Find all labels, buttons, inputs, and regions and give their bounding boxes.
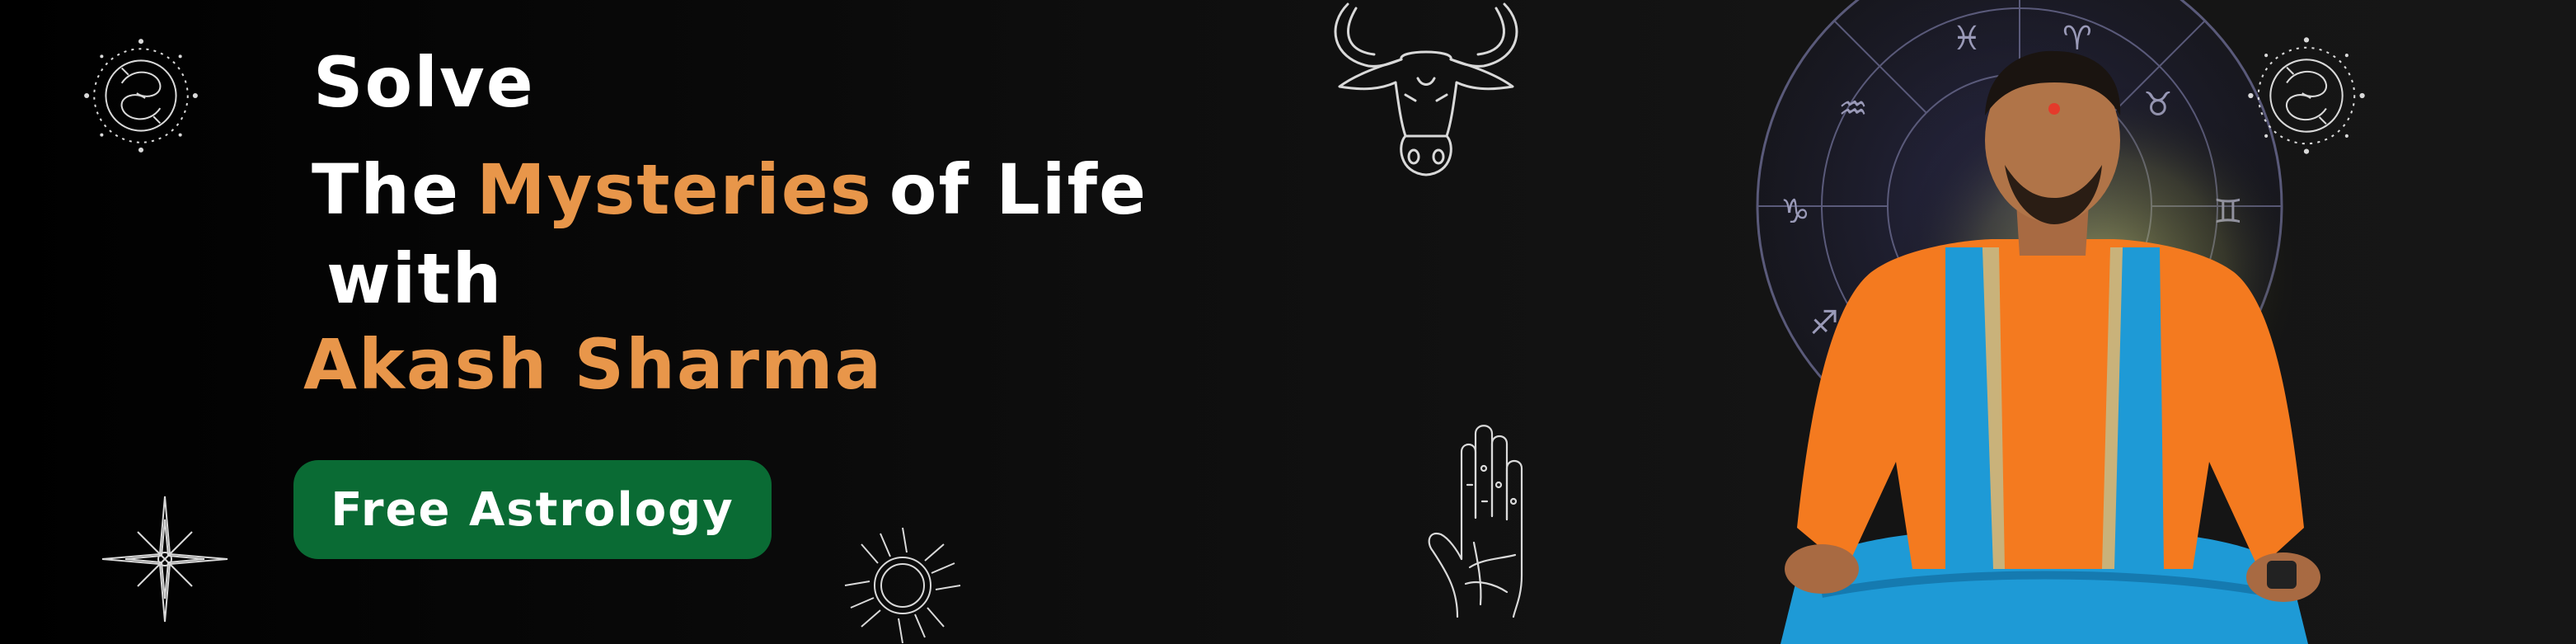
headline-mysteries: Mysteries: [476, 149, 873, 230]
sun-icon: [844, 527, 961, 644]
taurus-bull-icon: [1334, 2, 1518, 176]
headline-astrologer-name: Akash Sharma: [303, 324, 884, 405]
free-astrology-button[interactable]: Free Astrology: [293, 460, 772, 559]
astrologer-photo: [1781, 50, 2320, 644]
headline-the: The: [312, 149, 461, 230]
pisces-zodiac-icon: [84, 39, 198, 153]
headline-line-1: Solve: [313, 42, 535, 123]
headline-line-2: The Mysteries of Life: [312, 155, 1147, 224]
palmistry-hand-icon: [1428, 425, 1523, 618]
hero-banner: Solve The Mysteries of Life with Akash Sha…: [0, 0, 2576, 644]
headline-line-3: with: [326, 238, 504, 319]
headline-of-life: of Life: [889, 149, 1148, 230]
sparkle-star-icon: [101, 496, 228, 623]
